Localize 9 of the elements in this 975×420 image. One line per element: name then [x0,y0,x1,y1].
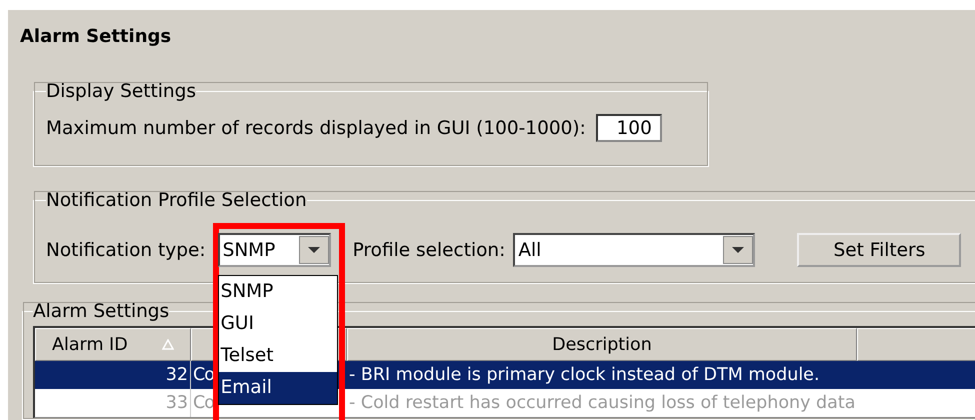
table-cell: 32 [35,361,191,389]
group-legend: Notification Profile Selection [46,190,307,211]
panel-title: Alarm Settings [20,26,172,47]
group-legend: Display Settings [46,81,196,102]
field-label: Maximum number of records displayed in GUI (100-1000): [46,118,586,138]
group-legend: Alarm Settings [33,301,170,322]
field-label: Notification type: [46,240,206,260]
table-cell: 33 [35,389,191,417]
field-label: Profile selection: [352,240,506,260]
